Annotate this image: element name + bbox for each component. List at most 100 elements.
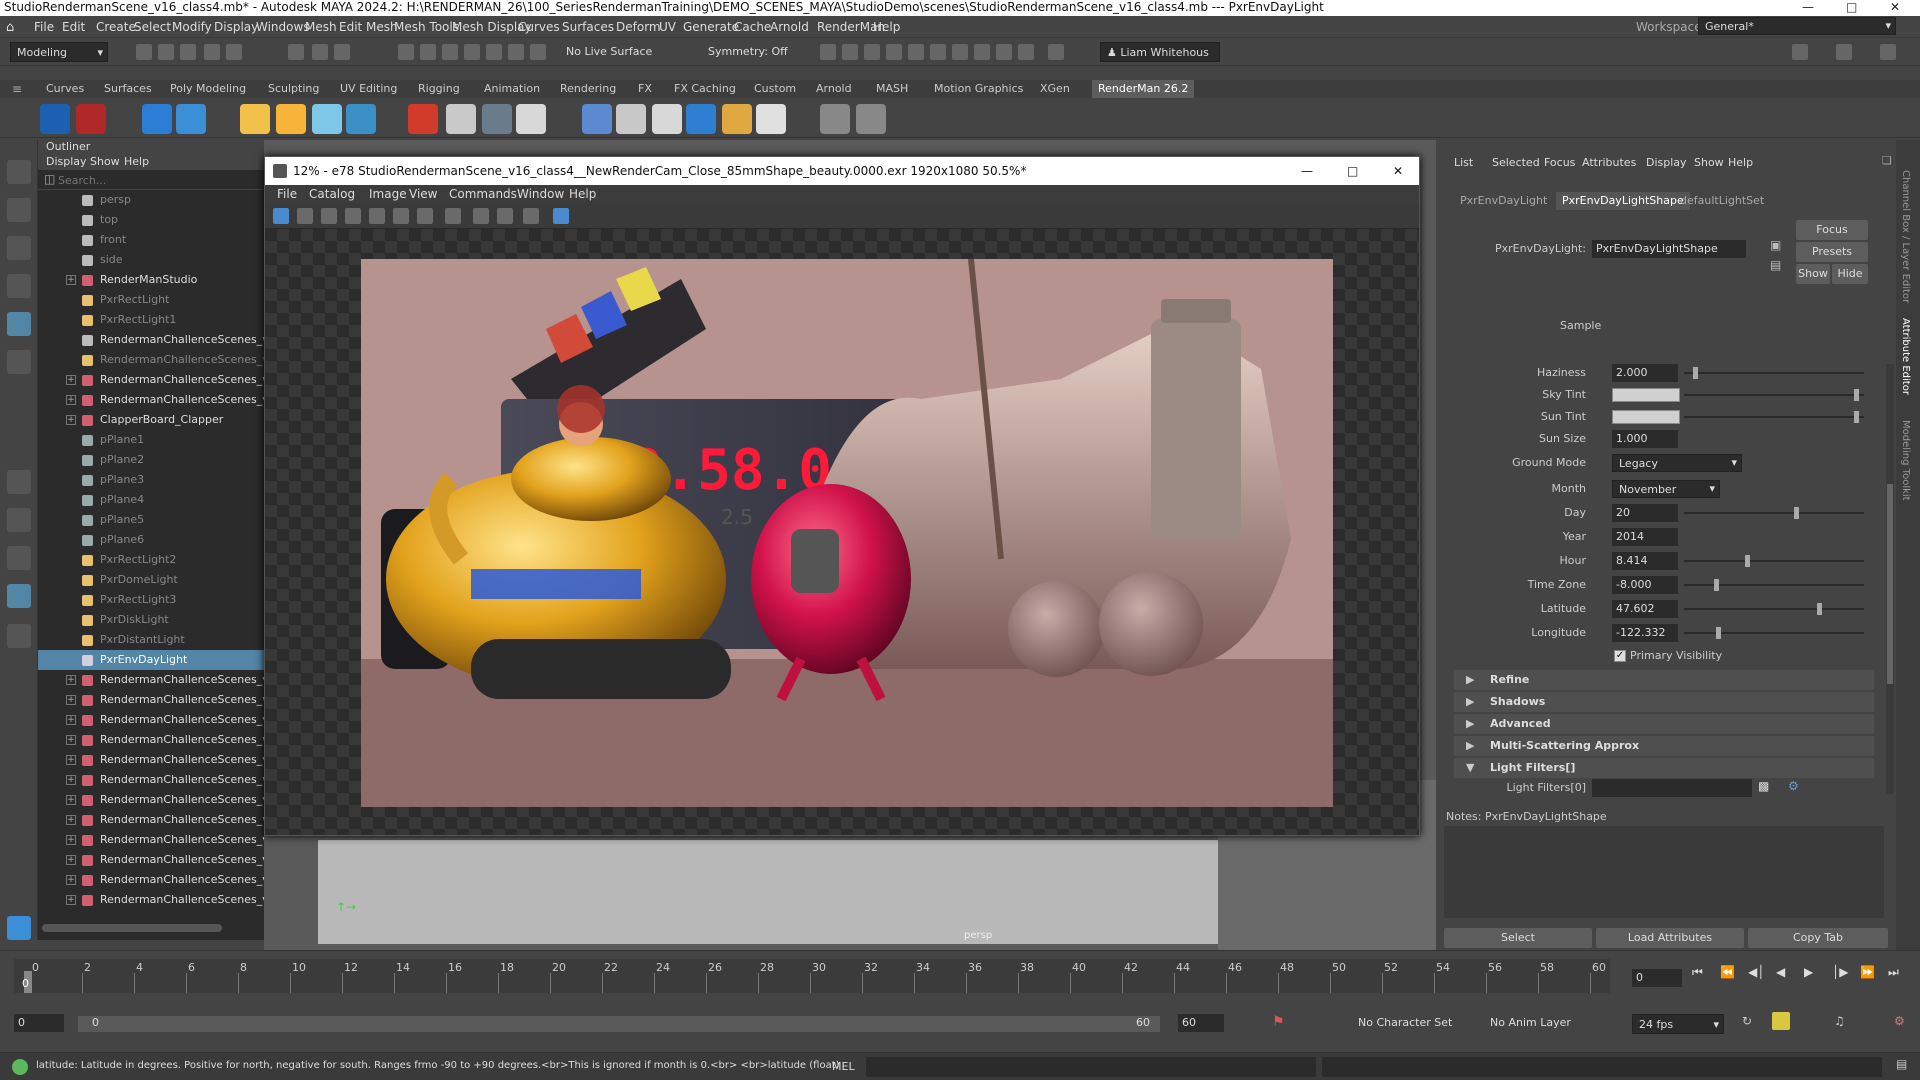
expand-icon[interactable]: + bbox=[66, 375, 76, 385]
rect-light-icon[interactable] bbox=[240, 104, 270, 134]
outliner-item[interactable]: PxrDomeLight bbox=[38, 570, 264, 590]
copy-tab-button[interactable]: Copy Tab bbox=[1748, 928, 1888, 948]
outliner-item[interactable]: PxrDiskLight bbox=[38, 610, 264, 630]
hour-slider[interactable] bbox=[1684, 555, 1864, 567]
command-input[interactable] bbox=[866, 1057, 1316, 1077]
pin-icon[interactable]: ❏ bbox=[1882, 154, 1892, 167]
expand-icon[interactable]: + bbox=[66, 815, 76, 825]
real-size-icon[interactable] bbox=[417, 208, 433, 224]
outliner-item[interactable]: + RendermanChallenceScenes_v01_Ren bbox=[38, 830, 264, 850]
menu-deform[interactable]: Deform bbox=[616, 20, 661, 34]
menu-edit[interactable]: Edit bbox=[62, 20, 85, 34]
sidebar-toggle-icon[interactable] bbox=[1792, 44, 1808, 60]
latitude-field[interactable]: 47.602 bbox=[1612, 600, 1678, 618]
home-icon[interactable]: ⌂ bbox=[6, 20, 14, 35]
outliner-item[interactable]: + RendermanChallenceScenes_v0 bbox=[38, 750, 264, 770]
outliner-scrollbar[interactable] bbox=[42, 924, 222, 932]
cube-icon[interactable] bbox=[582, 104, 612, 134]
shelf-tab-fx-caching[interactable]: FX Caching bbox=[674, 82, 736, 95]
node-output-icon[interactable]: ▤ bbox=[1770, 258, 1781, 272]
shelf-tab-custom[interactable]: Custom bbox=[754, 82, 796, 95]
light-editor-icon[interactable] bbox=[952, 44, 968, 60]
expand-icon[interactable]: + bbox=[66, 795, 76, 805]
toggle-panel-icon[interactable] bbox=[1048, 44, 1064, 60]
outliner-item[interactable]: + RendermanChallenceScenes_v01_Ren bbox=[38, 810, 264, 830]
shelf-tab-xgen[interactable]: XGen bbox=[1040, 82, 1070, 95]
menu-curves[interactable]: Curves bbox=[518, 20, 560, 34]
show-button[interactable]: Show bbox=[1796, 264, 1830, 284]
outliner-item[interactable]: + RendermanChallenceScenes_v0 bbox=[38, 710, 264, 730]
menu-arnold[interactable]: Arnold bbox=[770, 20, 809, 34]
go-to-start-icon[interactable]: ⏮ bbox=[1692, 965, 1703, 980]
layout-two-icon[interactable] bbox=[7, 546, 31, 570]
outliner-item[interactable]: pPlane1 bbox=[38, 430, 264, 450]
render-view-canvas[interactable]: 59.58.04 2.5 bbox=[265, 229, 1419, 835]
filter-icon[interactable]: ◫ bbox=[44, 172, 55, 186]
layout-single-icon[interactable] bbox=[7, 470, 31, 494]
day-slider[interactable] bbox=[1684, 507, 1864, 519]
snap-curve-icon[interactable] bbox=[420, 44, 436, 60]
image-icon[interactable] bbox=[722, 104, 752, 134]
render-view-maximize-button[interactable]: □ bbox=[1347, 157, 1358, 185]
rotate-tool-icon[interactable] bbox=[7, 312, 31, 336]
shelf-tab-fx[interactable]: FX bbox=[638, 82, 652, 95]
layout-four-icon[interactable] bbox=[7, 508, 31, 532]
shelf-tab-poly-modeling[interactable]: Poly Modeling bbox=[170, 82, 246, 95]
step-forward-key-icon[interactable]: ⏩ bbox=[1860, 965, 1875, 979]
section-shadows[interactable]: ▶ Shadows bbox=[1454, 692, 1874, 712]
render-view-menu-image[interactable]: Image bbox=[369, 187, 407, 201]
dome-light-icon[interactable] bbox=[312, 104, 342, 134]
shelf-tab-rendering[interactable]: Rendering bbox=[560, 82, 616, 95]
play-forward-icon[interactable]: ▶ bbox=[1804, 965, 1813, 979]
code-icon[interactable] bbox=[616, 104, 646, 134]
expand-icon[interactable]: + bbox=[66, 895, 76, 905]
snap-live-icon[interactable] bbox=[508, 44, 524, 60]
menu-help[interactable]: Help bbox=[873, 20, 900, 34]
outliner-item[interactable]: top bbox=[38, 210, 264, 230]
attr-menu-list[interactable]: List bbox=[1454, 156, 1473, 169]
render-settings-icon[interactable] bbox=[142, 104, 172, 134]
go-to-end-icon[interactable]: ⏭ bbox=[1888, 965, 1899, 980]
menu-create[interactable]: Create bbox=[96, 20, 136, 34]
section-advanced[interactable]: ▶ Advanced bbox=[1454, 714, 1874, 734]
attr-menu-show[interactable]: Show bbox=[1694, 156, 1724, 169]
outliner-item[interactable]: RendermanChallenceScenes_v0 bbox=[38, 330, 264, 350]
outliner-menu-help[interactable]: Help bbox=[124, 155, 149, 168]
expand-icon[interactable]: + bbox=[66, 855, 76, 865]
outliner-item[interactable]: + RendermanChallenceScenes_v01_Ren bbox=[38, 890, 264, 910]
light-filters-section[interactable]: ▼ Light Filters[] bbox=[1454, 758, 1874, 778]
gear-material-icon[interactable] bbox=[482, 104, 512, 134]
ground-mode-dropdown[interactable]: Legacy ▾ bbox=[1612, 454, 1742, 472]
outliner-item[interactable]: side bbox=[38, 250, 264, 270]
attr-menu-display[interactable]: Display bbox=[1646, 156, 1687, 169]
menu-surfaces[interactable]: Surfaces bbox=[562, 20, 614, 34]
render-view-minimize-button[interactable]: — bbox=[1301, 157, 1313, 185]
hypershade-icon[interactable] bbox=[908, 44, 924, 60]
settings-icon[interactable] bbox=[1880, 44, 1896, 60]
globe-icon[interactable] bbox=[686, 104, 716, 134]
menu-file[interactable]: File bbox=[34, 20, 54, 34]
day-field[interactable]: 20 bbox=[1612, 504, 1678, 522]
zoom-icon[interactable] bbox=[297, 208, 313, 224]
sphere-material-icon[interactable] bbox=[446, 104, 476, 134]
prefs-icon[interactable]: ⚙ bbox=[1894, 1014, 1905, 1028]
range-start-field[interactable]: 0 bbox=[14, 1014, 64, 1032]
sound-icon[interactable]: ♫ bbox=[1834, 1014, 1845, 1028]
outliner-item[interactable]: RendermanChallenceScenes_v0 bbox=[38, 350, 264, 370]
render-view-menu-window[interactable]: Window bbox=[517, 187, 564, 201]
script-editor-icon[interactable]: ▤ bbox=[1896, 1057, 1907, 1071]
outliner-item[interactable]: + RenderManStudio bbox=[38, 270, 264, 290]
hide-button[interactable]: Hide bbox=[1832, 264, 1868, 284]
menu-uv[interactable]: UV bbox=[659, 20, 676, 34]
step-forward-frame-icon[interactable]: │▶ bbox=[1832, 965, 1848, 979]
longitude-slider[interactable] bbox=[1684, 627, 1864, 639]
snap-point-icon[interactable] bbox=[442, 44, 458, 60]
pause-viewport-icon[interactable] bbox=[974, 44, 990, 60]
channel-box-toggle-icon[interactable] bbox=[1836, 44, 1852, 60]
focus-button[interactable]: Focus bbox=[1796, 220, 1868, 240]
attr-tab-pxrenvdaylight[interactable]: PxrEnvDayLight bbox=[1454, 192, 1553, 210]
select-object-icon[interactable] bbox=[312, 44, 328, 60]
expand-icon[interactable]: + bbox=[66, 835, 76, 845]
presets-button[interactable]: Presets bbox=[1796, 242, 1868, 262]
live-surface-label[interactable]: No Live Surface bbox=[566, 45, 652, 58]
